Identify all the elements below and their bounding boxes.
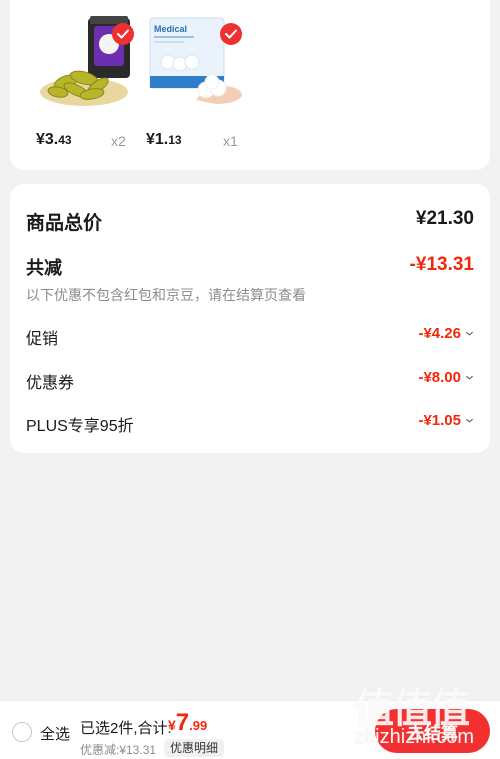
products-card: ¥3.43 x2 Medical ¥1.13 x1 bbox=[10, 0, 490, 170]
promo-label: 促销 bbox=[26, 331, 59, 348]
product-price: ¥3.43 bbox=[36, 131, 72, 148]
product-price: ¥1.13 bbox=[146, 131, 182, 148]
selected-count-text: 已选2件,合计: bbox=[80, 720, 172, 737]
svg-text:Medical: Medical bbox=[154, 24, 187, 34]
plus-discount-value[interactable]: -¥1.05 bbox=[418, 412, 474, 429]
total-value: ¥21.30 bbox=[415, 208, 474, 229]
checkout-bar: 全选 已选2件,合计: ¥7.99 优惠减:¥13.31 优惠明细 去结算 bbox=[0, 700, 500, 759]
total-row: 商品总价 ¥21.30 bbox=[26, 208, 474, 234]
selected-check-icon[interactable] bbox=[112, 23, 134, 45]
selected-check-icon[interactable] bbox=[220, 23, 242, 45]
reduce-value: -¥13.31 bbox=[409, 254, 474, 275]
discount-amount-text: 优惠减:¥13.31 bbox=[80, 743, 157, 757]
promo-value[interactable]: -¥4.26 bbox=[418, 325, 474, 342]
chevron-down-icon bbox=[465, 418, 474, 423]
coupon-label: 优惠券 bbox=[26, 375, 75, 392]
promo-row[interactable]: 促销 -¥4.26 bbox=[26, 325, 474, 348]
product-quantity: x2 bbox=[111, 133, 126, 149]
total-amount: ¥7.99 bbox=[168, 709, 208, 736]
chevron-down-icon bbox=[465, 331, 474, 336]
coupon-row[interactable]: 优惠券 -¥8.00 bbox=[26, 369, 474, 392]
checkout-button[interactable]: 去结算 bbox=[375, 709, 490, 753]
product-quantity: x1 bbox=[223, 133, 238, 149]
plus-discount-row[interactable]: PLUS专享95折 -¥1.05 bbox=[26, 412, 474, 435]
select-all-checkbox[interactable] bbox=[12, 722, 32, 742]
plus-discount-label: PLUS专享95折 bbox=[26, 418, 134, 435]
discount-note-text: 以下优惠不包含红包和京豆，请在结算页查看 bbox=[26, 287, 306, 303]
discount-detail-button[interactable]: 优惠明细 bbox=[164, 739, 225, 757]
chevron-down-icon bbox=[465, 375, 474, 380]
discount-note: 以下优惠不包含红包和京豆，请在结算页查看 bbox=[26, 285, 474, 305]
coupon-value[interactable]: -¥8.00 bbox=[418, 369, 474, 386]
select-all-label[interactable]: 全选 bbox=[40, 723, 70, 744]
reduce-row: 共减 -¥13.31 bbox=[26, 254, 474, 278]
price-summary-card: 商品总价 ¥21.30 共减 -¥13.31 以下优惠不包含红包和京豆，请在结算… bbox=[10, 184, 490, 453]
reduce-label: 共减 bbox=[26, 258, 62, 278]
total-label: 商品总价 bbox=[26, 213, 103, 234]
